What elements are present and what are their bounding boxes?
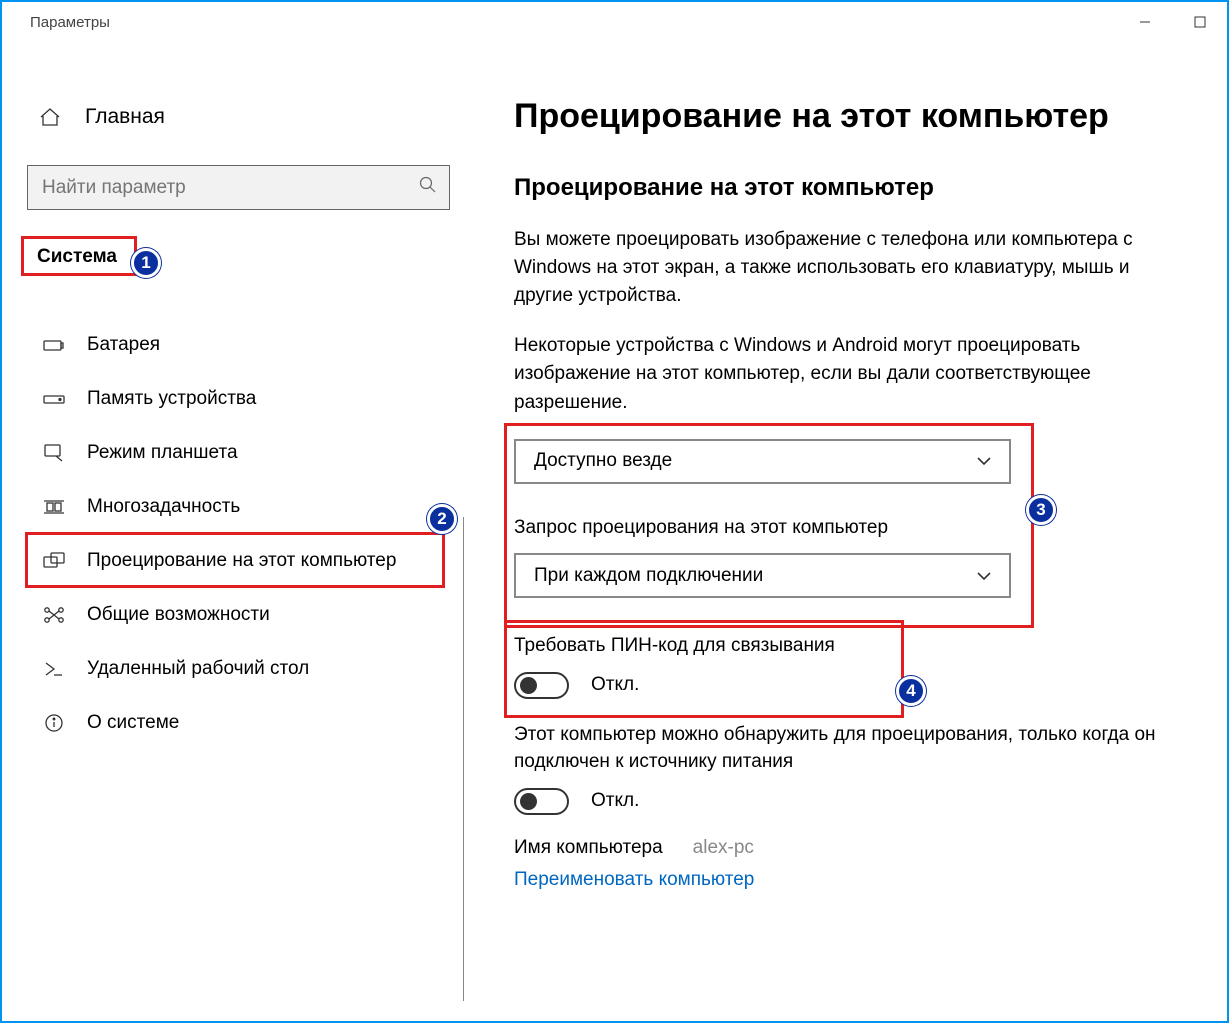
- sidebar: Главная Система 1 Батарея Память устройс…: [2, 42, 464, 1021]
- titlebar: Параметры: [2, 2, 1227, 42]
- tablet-icon: [41, 442, 67, 464]
- ask-value: При каждом подключении: [534, 565, 763, 587]
- sidebar-item-shared-experiences[interactable]: Общие возможности: [27, 588, 450, 642]
- chevron-down-icon: [975, 452, 993, 470]
- sidebar-item-label: Многозадачность: [87, 496, 240, 518]
- sidebar-item-label: Удаленный рабочий стол: [87, 658, 309, 680]
- availability-value: Доступно везде: [534, 450, 672, 472]
- sidebar-item-label: Батарея: [87, 334, 160, 356]
- remote-icon: [41, 658, 67, 680]
- minimize-button[interactable]: [1117, 2, 1172, 42]
- sidebar-item-multitasking[interactable]: Многозадачность: [27, 480, 450, 534]
- ask-select[interactable]: При каждом подключении: [514, 553, 1011, 598]
- sidebar-item-projecting[interactable]: Проецирование на этот компьютер 2: [27, 534, 450, 588]
- sidebar-item-battery[interactable]: Батарея: [27, 318, 450, 372]
- sidebar-item-about[interactable]: О системе: [27, 696, 450, 750]
- pc-name-value: alex-pc: [693, 837, 754, 859]
- power-toggle[interactable]: [514, 788, 569, 815]
- power-toggle-state: Откл.: [591, 790, 639, 812]
- storage-icon: [41, 388, 67, 410]
- info-icon: [41, 712, 67, 734]
- pc-name-label: Имя компьютера: [514, 837, 663, 859]
- maximize-button[interactable]: [1172, 2, 1227, 42]
- home-icon: [37, 106, 63, 128]
- sidebar-home-label: Главная: [85, 105, 165, 129]
- battery-icon: [41, 334, 67, 356]
- sidebar-item-label: Общие возможности: [87, 604, 270, 626]
- search-icon: [419, 176, 437, 199]
- sidebar-item-storage[interactable]: Память устройства: [27, 372, 450, 426]
- content: Проецирование на этот компьютер Проециро…: [464, 42, 1227, 1021]
- sidebar-section-system[interactable]: Система: [27, 240, 127, 274]
- multitask-icon: [41, 496, 67, 518]
- sidebar-home[interactable]: Главная: [27, 97, 450, 137]
- window-title: Параметры: [30, 14, 110, 31]
- pin-toggle[interactable]: [514, 672, 569, 699]
- search-input-wrap[interactable]: [27, 165, 450, 210]
- sidebar-item-label: Память устройства: [87, 388, 256, 410]
- description-2: Некоторые устройства с Windows и Android…: [514, 332, 1174, 416]
- sidebar-item-remote-desktop[interactable]: Удаленный рабочий стол: [27, 642, 450, 696]
- annotation-badge-1: 1: [131, 248, 161, 278]
- availability-select[interactable]: Доступно везде: [514, 439, 1011, 484]
- search-input[interactable]: [42, 177, 419, 199]
- chevron-down-icon: [975, 567, 993, 585]
- pin-toggle-state: Откл.: [591, 674, 639, 696]
- section-heading: Проецирование на этот компьютер: [514, 174, 1185, 202]
- sidebar-item-label: Режим планшета: [87, 442, 238, 464]
- pin-label: Требовать ПИН-код для связывания: [514, 632, 914, 660]
- sidebar-item-label: О системе: [87, 712, 179, 734]
- power-label: Этот компьютер можно обнаружить для прое…: [514, 721, 1174, 776]
- shared-icon: [41, 604, 67, 626]
- sidebar-item-tablet-mode[interactable]: Режим планшета: [27, 426, 450, 480]
- rename-pc-link[interactable]: Переименовать компьютер: [514, 869, 754, 891]
- sidebar-item-label: Проецирование на этот компьютер: [87, 550, 396, 572]
- page-title: Проецирование на этот компьютер: [514, 97, 1185, 136]
- project-icon: [41, 550, 67, 572]
- description-1: Вы можете проецировать изображение с тел…: [514, 226, 1174, 310]
- ask-label: Запрос проецирования на этот компьютер: [514, 514, 1044, 542]
